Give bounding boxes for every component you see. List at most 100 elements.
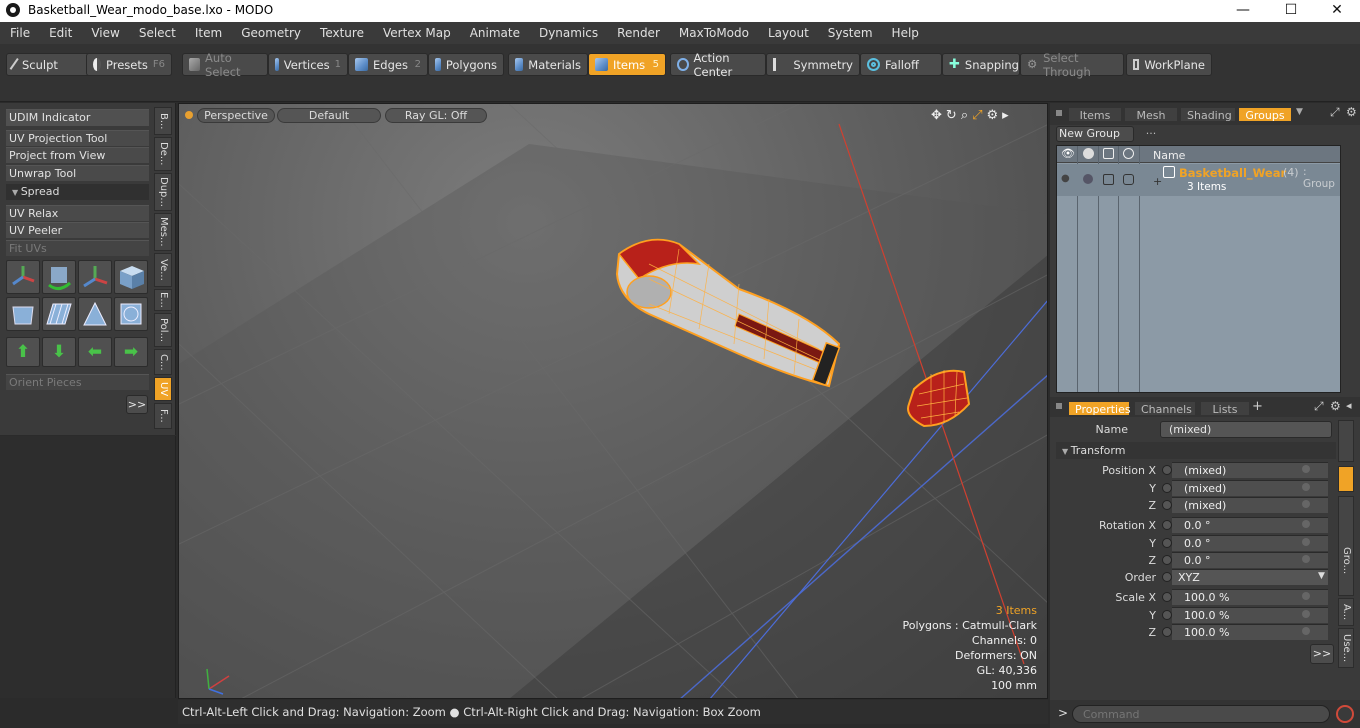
- menu-system[interactable]: System: [818, 26, 882, 40]
- menu-maxtomodo[interactable]: MaxToModo: [669, 26, 758, 40]
- scale-x-radio[interactable]: [1162, 592, 1172, 602]
- tab-properties[interactable]: Properties: [1068, 401, 1131, 416]
- menu-dynamics[interactable]: Dynamics: [529, 26, 607, 40]
- vtab-ve[interactable]: Ve...: [154, 253, 172, 287]
- properties-settings-icon[interactable]: ⚙: [1330, 399, 1341, 413]
- menu-layout[interactable]: Layout: [758, 26, 818, 40]
- polygons-button[interactable]: Polygons: [428, 53, 504, 76]
- uv-peeler-button[interactable]: UV Peeler: [6, 222, 149, 238]
- uv-box-tool-icon[interactable]: [114, 260, 148, 294]
- workplane-button[interactable]: WorkPlane: [1126, 53, 1212, 76]
- menu-geometry[interactable]: Geometry: [231, 26, 310, 40]
- properties-arrow-icon[interactable]: ◂: [1346, 399, 1352, 412]
- key-dot-icon[interactable]: [1302, 538, 1310, 546]
- 3d-viewport[interactable]: Perspective Default Ray GL: Off ✥↻⌕⤢⚙▸ 3…: [178, 103, 1048, 699]
- group-row-basketball-wear[interactable]: ● + Basketball_Wear (4) : Group 3 Items: [1057, 164, 1340, 196]
- menu-vertex-map[interactable]: Vertex Map: [373, 26, 460, 40]
- symmetry-button[interactable]: Symmetry: [766, 53, 860, 76]
- key-dot-icon[interactable]: [1302, 610, 1310, 618]
- menu-select[interactable]: Select: [129, 26, 185, 40]
- auto-select-button[interactable]: Auto Select: [182, 51, 268, 79]
- menu-help[interactable]: Help: [882, 26, 928, 40]
- select-icon[interactable]: [1123, 148, 1134, 159]
- position-x-radio[interactable]: [1162, 465, 1172, 475]
- rvtab-blank[interactable]: [1338, 420, 1354, 462]
- position-y-radio[interactable]: [1162, 483, 1172, 493]
- rotation-x-radio[interactable]: [1162, 520, 1172, 530]
- vtab-pol[interactable]: Pol...: [154, 313, 172, 347]
- expand-arrow-icon[interactable]: ▸: [1002, 108, 1013, 123]
- items-button[interactable]: Items 5: [588, 53, 666, 76]
- snapping-button[interactable]: ✚ Snapping: [942, 53, 1020, 76]
- panel-settings-icon[interactable]: ⚙: [1346, 105, 1357, 119]
- uv-transform-tool-icon[interactable]: [6, 260, 40, 294]
- row-render-icon[interactable]: [1083, 174, 1093, 184]
- select-through-button[interactable]: ⚙ Select Through: [1020, 51, 1124, 79]
- close-button[interactable]: ✕: [1314, 0, 1360, 22]
- lock-icon[interactable]: [1103, 148, 1114, 159]
- pan-icon[interactable]: ✥: [931, 108, 946, 123]
- unwrap-tool-button[interactable]: Unwrap Tool: [6, 165, 149, 181]
- panel-expand-icon[interactable]: ⤢: [1330, 105, 1340, 120]
- tab-dropdown-icon[interactable]: ▼: [1296, 107, 1303, 117]
- order-radio[interactable]: [1162, 572, 1172, 582]
- udim-indicator-button[interactable]: UDIM Indicator: [6, 109, 149, 126]
- left-more-button[interactable]: >>: [126, 395, 148, 414]
- arrow-left-icon[interactable]: ⬅: [78, 337, 112, 367]
- name-field[interactable]: (mixed): [1160, 421, 1332, 438]
- uv-move-tool-icon[interactable]: [78, 260, 112, 294]
- uv-sphere-projection-icon[interactable]: [114, 297, 148, 331]
- uv-relax-button[interactable]: UV Relax: [6, 205, 149, 221]
- row-lock-checkbox[interactable]: [1103, 174, 1114, 185]
- key-dot-icon[interactable]: [1302, 592, 1310, 600]
- key-dot-icon[interactable]: [1302, 520, 1310, 528]
- position-z-radio[interactable]: [1162, 500, 1172, 510]
- menu-item[interactable]: Item: [185, 26, 231, 40]
- transform-section-header[interactable]: ▼ Transform: [1056, 442, 1336, 459]
- vtab-c[interactable]: C...: [154, 349, 172, 375]
- action-center-button[interactable]: Action Center: [670, 51, 766, 79]
- name-column-header[interactable]: Name: [1153, 149, 1185, 162]
- arrow-up-icon[interactable]: ⬆: [6, 337, 40, 367]
- perspective-dropdown[interactable]: Perspective: [197, 108, 275, 123]
- rvtab-gro[interactable]: Gro...: [1338, 496, 1354, 596]
- menu-edit[interactable]: Edit: [39, 26, 81, 40]
- render-icon[interactable]: [1083, 148, 1094, 159]
- menu-view[interactable]: View: [81, 26, 128, 40]
- orient-pieces-button[interactable]: Orient Pieces: [6, 374, 149, 390]
- groups-scrollbar[interactable]: [1342, 145, 1358, 393]
- viewport-settings-icon[interactable]: ⚙: [987, 108, 1003, 123]
- vtab-f[interactable]: F...: [154, 403, 172, 429]
- shading-default-dropdown[interactable]: Default: [277, 108, 381, 123]
- tab-mesh[interactable]: Mesh ...: [1124, 107, 1178, 137]
- properties-expand-icon[interactable]: ⤢: [1314, 399, 1324, 414]
- presets-button[interactable]: Presets F6: [86, 53, 172, 76]
- rvtab-use[interactable]: Use...: [1338, 628, 1354, 668]
- spread-section-header[interactable]: ▼ Spread: [6, 184, 149, 200]
- tab-groups[interactable]: Groups: [1238, 107, 1292, 122]
- rotation-z-radio[interactable]: [1162, 555, 1172, 565]
- tab-channels[interactable]: Channels: [1134, 401, 1196, 416]
- menu-render[interactable]: Render: [607, 26, 669, 40]
- arrow-down-icon[interactable]: ⬇: [42, 337, 76, 367]
- uv-rotate-tool-icon[interactable]: [42, 260, 76, 294]
- menu-texture[interactable]: Texture: [310, 26, 373, 40]
- orbit-icon[interactable]: ↻: [946, 108, 961, 123]
- fit-uvs-button[interactable]: Fit UVs: [6, 240, 149, 256]
- visibility-eye-icon[interactable]: 👁: [1061, 147, 1075, 160]
- record-macro-icon[interactable]: [1336, 705, 1354, 723]
- uv-cylinder-projection-icon[interactable]: [6, 297, 40, 331]
- key-dot-icon[interactable]: [1302, 627, 1310, 635]
- expand-plus-icon[interactable]: +: [1153, 175, 1162, 188]
- scale-y-radio[interactable]: [1162, 610, 1172, 620]
- command-input[interactable]: [1072, 705, 1330, 723]
- tab-items[interactable]: Items: [1068, 107, 1122, 122]
- tab-lists[interactable]: Lists: [1200, 401, 1250, 416]
- vtab-uv[interactable]: UV: [154, 377, 172, 401]
- zoom-icon[interactable]: ⌕: [961, 108, 972, 123]
- materials-button[interactable]: Materials: [508, 53, 588, 76]
- edges-button[interactable]: Edges 2: [348, 53, 428, 76]
- key-dot-icon[interactable]: [1302, 500, 1310, 508]
- rvtab-a[interactable]: A...: [1338, 598, 1354, 626]
- raygl-toggle[interactable]: Ray GL: Off: [385, 108, 487, 123]
